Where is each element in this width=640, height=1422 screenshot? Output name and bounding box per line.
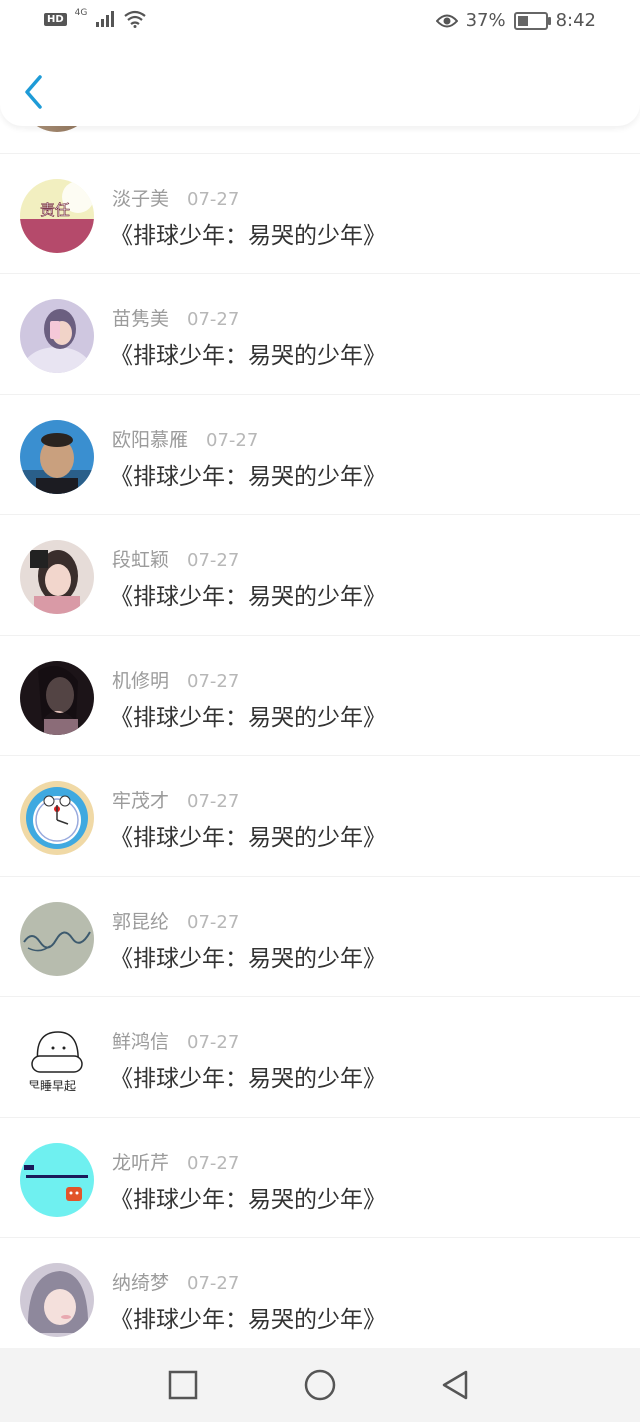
avatar-text: 早睡早起 <box>28 1079 76 1093</box>
user-name[interactable]: 牢茂才 07-27 <box>112 786 239 813</box>
comment-text: 《排球少年：易哭的少年》 <box>110 584 386 610</box>
comment-date: 07-27 <box>206 429 259 451</box>
clock: 8:42 <box>555 10 596 31</box>
list-item[interactable]: 责任 淡子美 07-27 《排球少年：易哭的少年》 <box>0 154 640 274</box>
avatar[interactable] <box>20 419 94 494</box>
list-item[interactable]: 纳绮梦 07-27 《排球少年：易哭的少年》 <box>0 1238 640 1348</box>
comment-date: 07-27 <box>187 791 240 812</box>
square-recents-icon <box>168 1370 198 1400</box>
avatar-text: 责任 <box>40 201 70 219</box>
avatar[interactable] <box>20 1142 94 1217</box>
avatar[interactable] <box>20 901 94 976</box>
chevron-left-icon <box>25 75 42 109</box>
list-item <box>0 126 640 154</box>
list-item[interactable]: 牢茂才 07-27 《排球少年：易哭的少年》 <box>0 756 640 877</box>
list-item[interactable]: 苗隽美 07-27 《排球少年：易哭的少年》 <box>0 274 640 395</box>
comment-date: 07-27 <box>187 550 240 571</box>
avatar[interactable]: 责任 <box>20 178 94 253</box>
user-name[interactable]: 郭昆纶 07-27 <box>112 907 239 934</box>
hd-badge: HD <box>44 12 67 26</box>
list-item[interactable]: 欧阳慕雁 07-27 《排球少年：易哭的少年》 <box>0 395 640 515</box>
avatar[interactable]: 早睡早起 <box>20 1022 94 1096</box>
comment-text: 《排球少年：易哭的少年》 <box>110 1186 386 1213</box>
avatar[interactable] <box>20 1263 94 1337</box>
user-name[interactable]: 纳绮梦 07-27 <box>112 1268 239 1295</box>
back-button[interactable] <box>18 70 54 114</box>
comment-date: 07-27 <box>187 1032 240 1053</box>
triangle-back-icon <box>442 1370 468 1400</box>
comment-text: 《排球少年：易哭的少年》 <box>110 222 386 249</box>
avatar[interactable] <box>20 781 94 855</box>
comment-text: 《排球少年：易哭的少年》 <box>110 343 386 369</box>
signal-icon <box>96 11 115 27</box>
user-name[interactable]: 段虹颖 07-27 <box>112 545 239 572</box>
user-name[interactable]: 鲜鸿信 07-27 <box>112 1027 239 1054</box>
list-item[interactable]: 段虹颖 07-27 《排球少年：易哭的少年》 <box>0 515 640 636</box>
comment-text: 《排球少年：易哭的少年》 <box>110 704 386 731</box>
list-item[interactable]: 早睡早起 鲜鸿信 07-27 《排球少年：易哭的少年》 <box>0 997 640 1118</box>
avatar[interactable] <box>20 299 94 373</box>
comment-text: 《排球少年：易哭的少年》 <box>110 945 386 972</box>
comment-text: 《排球少年：易哭的少年》 <box>110 463 386 490</box>
network-type: 4G <box>74 8 88 18</box>
comment-date: 07-27 <box>187 188 240 210</box>
list-item[interactable]: 郭昆纶 07-27 《排球少年：易哭的少年》 <box>0 877 640 997</box>
recents-button[interactable] <box>166 1368 200 1402</box>
battery-icon <box>513 11 551 30</box>
comment-date: 07-27 <box>187 309 240 330</box>
circle-home-icon <box>304 1369 336 1401</box>
status-bar: HD 4G 37% 8:42 <box>0 0 640 44</box>
eye-icon <box>435 14 458 27</box>
list-item[interactable]: 机修明 07-27 《排球少年：易哭的少年》 <box>0 636 640 756</box>
comment-date: 07-27 <box>187 911 240 933</box>
wifi-icon <box>124 10 147 28</box>
home-button[interactable] <box>303 1368 337 1402</box>
system-back-button[interactable] <box>438 1368 472 1402</box>
comment-text: 《排球少年：易哭的少年》 <box>110 1066 386 1092</box>
comment-list[interactable]: 责任 淡子美 07-27 《排球少年：易哭的少年》 苗隽美 07-27 《排球少… <box>0 126 640 1348</box>
battery-percent: 37% <box>465 10 506 31</box>
user-name[interactable]: 欧阳慕雁 07-27 <box>112 425 258 452</box>
avatar[interactable] <box>20 540 94 614</box>
user-name[interactable]: 淡子美 07-27 <box>112 184 239 211</box>
user-name[interactable]: 龙听芹 07-27 <box>112 1148 239 1175</box>
comment-date: 07-27 <box>187 670 240 692</box>
avatar[interactable] <box>20 660 94 735</box>
comment-date: 07-27 <box>187 1152 240 1174</box>
list-item[interactable]: 龙听芹 07-27 《排球少年：易哭的少年》 <box>0 1118 640 1238</box>
comment-text: 《排球少年：易哭的少年》 <box>110 1307 386 1333</box>
user-name[interactable]: 苗隽美 07-27 <box>112 304 239 331</box>
avatar[interactable] <box>20 126 94 132</box>
comment-date: 07-27 <box>187 1273 240 1294</box>
comment-text: 《排球少年：易哭的少年》 <box>110 825 386 851</box>
system-nav-bar <box>0 1348 640 1422</box>
top-header: HD 4G 37% 8:42 <box>0 0 640 126</box>
user-name[interactable]: 机修明 07-27 <box>112 666 239 693</box>
